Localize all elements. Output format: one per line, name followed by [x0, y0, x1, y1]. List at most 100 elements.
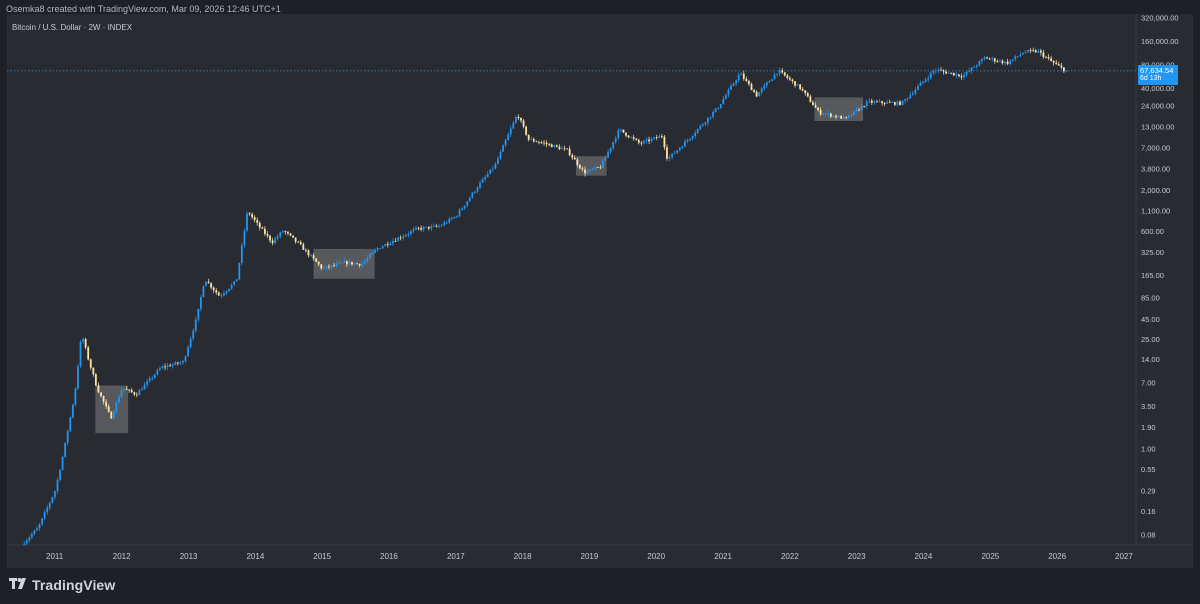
x-tick-label: 2020	[647, 552, 665, 561]
candle-body	[1034, 50, 1037, 53]
candle-body	[538, 141, 540, 143]
x-tick-label: 2017	[447, 552, 465, 561]
candle-body	[74, 388, 77, 405]
candle-body	[397, 237, 399, 242]
x-tick-label: 2011	[46, 552, 64, 561]
candle-body	[563, 148, 566, 150]
candle-body	[294, 237, 297, 242]
candle-body	[471, 192, 474, 198]
candle-body	[975, 65, 978, 67]
candle-body	[1029, 50, 1032, 51]
candle-body	[284, 231, 287, 233]
candle-body	[474, 191, 476, 193]
candle-body	[993, 58, 996, 62]
candle-body	[235, 279, 238, 282]
candle-body	[704, 122, 707, 125]
candle-body	[707, 117, 709, 123]
candle-body	[207, 281, 210, 283]
candle-body	[1009, 60, 1012, 65]
candle-body	[141, 389, 143, 391]
candle-body	[742, 73, 745, 79]
candle-body	[814, 105, 817, 108]
candle-body	[427, 226, 430, 229]
candle-body	[30, 534, 33, 538]
candle-body	[658, 136, 661, 138]
candle-body	[835, 115, 837, 118]
y-tick-label: 0.29	[1141, 487, 1156, 496]
candle-body	[863, 106, 866, 107]
candle-body	[622, 129, 625, 133]
candle-body	[663, 136, 666, 148]
candle-body	[952, 72, 955, 76]
candle-body	[322, 268, 325, 269]
candle-body	[607, 151, 609, 158]
candle-body	[77, 366, 79, 389]
candle-body	[1032, 50, 1035, 52]
candle-body	[89, 359, 92, 368]
candle-body	[796, 84, 799, 86]
y-tick-label: 3,800.00	[1141, 164, 1170, 173]
candle-body	[717, 108, 720, 109]
y-tick-label: 320,000.00	[1141, 14, 1179, 23]
x-tick-label: 2013	[180, 552, 198, 561]
candle-body	[817, 107, 819, 110]
candle-body	[48, 502, 51, 508]
y-tick-label: 45.00	[1141, 315, 1160, 324]
candle-body	[735, 80, 738, 84]
candle-body	[950, 72, 953, 74]
chart-area[interactable]: 320,000.00160,000.0080,000.0040,000.0024…	[7, 14, 1193, 568]
candle-body	[328, 266, 330, 268]
candle-body	[561, 148, 563, 150]
candle-body	[82, 338, 84, 342]
candle-body	[435, 225, 438, 227]
candle-body	[832, 115, 835, 117]
candle-body	[1057, 64, 1060, 66]
candle-body	[673, 152, 676, 154]
candle-body	[850, 115, 853, 116]
candle-body	[345, 261, 348, 265]
candle-body	[573, 157, 576, 160]
candle-body	[184, 356, 187, 362]
x-tick-label: 2023	[848, 552, 866, 561]
candle-body	[684, 141, 686, 147]
candle-body	[730, 85, 732, 90]
candle-body	[279, 232, 282, 237]
candle-body	[973, 66, 976, 68]
candle-body	[392, 241, 394, 244]
candle-body	[425, 226, 428, 228]
y-tick-label: 600.00	[1141, 227, 1164, 236]
tradingview-brand[interactable]: TradingView	[32, 577, 115, 593]
candle-body	[899, 101, 901, 105]
candle-body	[881, 101, 883, 104]
candle-body	[166, 365, 169, 368]
candle-body	[243, 230, 246, 246]
y-tick-label: 2,000.00	[1141, 186, 1170, 195]
candle-body	[87, 347, 90, 360]
candle-body	[371, 252, 374, 255]
candle-body	[1001, 60, 1004, 64]
candle-body	[812, 102, 814, 106]
candle-body	[1060, 65, 1063, 68]
candle-body	[169, 365, 172, 367]
candle-body	[522, 120, 525, 127]
candle-body	[307, 250, 310, 256]
candle-body	[1024, 52, 1027, 53]
price-chart[interactable]: 320,000.00160,000.0080,000.0040,000.0024…	[7, 14, 1193, 568]
y-tick-label: 40,000.00	[1141, 84, 1174, 93]
candle-body	[223, 293, 225, 296]
candle-body	[753, 90, 755, 92]
candle-body	[806, 93, 809, 97]
candle-body	[1016, 55, 1019, 57]
candle-body	[640, 142, 643, 144]
candle-body	[94, 374, 97, 386]
candle-body	[924, 79, 927, 82]
candle-body	[609, 147, 612, 152]
candle-body	[504, 140, 507, 146]
candle-body	[502, 145, 504, 152]
tradingview-logo-icon[interactable]	[9, 577, 29, 591]
candle-body	[763, 85, 766, 89]
candle-body	[696, 128, 699, 133]
candle-body	[386, 244, 389, 245]
candle-body	[868, 100, 871, 102]
candle-body	[689, 138, 691, 141]
